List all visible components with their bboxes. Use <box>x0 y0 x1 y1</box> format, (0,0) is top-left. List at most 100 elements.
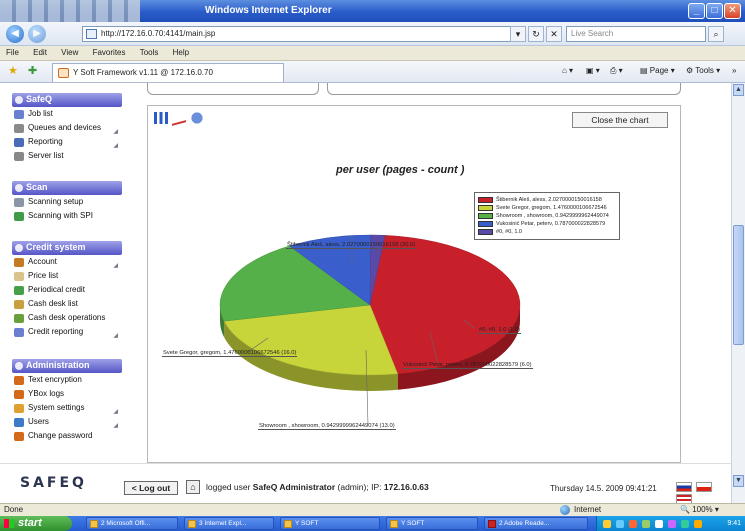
menu-file[interactable]: File <box>0 46 25 59</box>
tray-icon[interactable] <box>654 520 663 528</box>
sidebar-item[interactable]: Periodical credit <box>12 283 122 297</box>
sidebar-item[interactable]: Scanning with SPI <box>12 209 122 223</box>
tray-icon[interactable] <box>615 520 624 528</box>
task-ysoft-1[interactable]: Y SOFT <box>280 517 380 530</box>
menu-edit[interactable]: Edit <box>27 46 53 59</box>
submenu-arrow-icon: ◢ <box>113 333 118 339</box>
user-info: logged user SafeQ Administrator (admin);… <box>206 482 429 492</box>
tray-icon[interactable] <box>667 520 676 528</box>
home-button-icon[interactable]: ⌂ <box>186 480 200 494</box>
scroll-down-icon[interactable]: ▼ <box>733 475 744 487</box>
adobe-icon <box>488 520 496 528</box>
sidebar-item[interactable]: Scanning setup <box>12 195 122 209</box>
sidebar-section: Administration Text encryption YBox logs Sy… <box>12 359 122 443</box>
forward-button[interactable]: ▶ <box>28 25 46 43</box>
add-favorite-icon[interactable]: ✚ <box>28 64 37 77</box>
chevron-right-icon[interactable]: » <box>732 66 736 75</box>
search-icon[interactable]: ⌕ <box>708 26 724 42</box>
slice-label-showroom: Showroom , showroom, 0.9429999962449074 … <box>258 423 396 430</box>
tray-icon[interactable] <box>603 520 611 528</box>
back-button[interactable]: ◀ <box>6 25 24 43</box>
sidebar-item[interactable]: Job list <box>12 107 122 121</box>
minimize-button[interactable]: _ <box>688 3 705 19</box>
legend-entry: Vukosinić Petar, peterv, 0.7870000228285… <box>478 220 616 228</box>
sidebar-item-label: Periodical credit <box>28 285 85 294</box>
legend-label: Showroom , showroom, 0.9429999962449074 <box>496 213 609 219</box>
tray-clock: 9:41 <box>727 520 741 527</box>
titlebar-decoration <box>0 0 140 22</box>
sidebar-item[interactable]: System settings ◢ <box>12 401 122 415</box>
sidebar-section-header[interactable]: Scan <box>12 181 122 195</box>
menu-favorites[interactable]: Favorites <box>87 46 132 59</box>
start-button[interactable]: start <box>0 516 72 531</box>
maximize-button[interactable]: □ <box>706 3 723 19</box>
address-dropdown-button[interactable]: ▾ <box>510 26 526 42</box>
sidebar-item-label: YBox logs <box>28 389 65 398</box>
menu-help[interactable]: Help <box>167 46 195 59</box>
sidebar-item[interactable]: Price list <box>12 269 122 283</box>
sidebar-section-header[interactable]: Credit system <box>12 241 122 255</box>
favorites-star-icon[interactable]: ★ <box>8 64 18 77</box>
sidebar-section-header[interactable]: SafeQ <box>12 93 122 107</box>
current-datetime: Thursday 14.5. 2009 09:41:21 <box>550 484 657 493</box>
printer-icon <box>14 124 24 133</box>
sidebar-item[interactable]: Queues and devices ◢ <box>12 121 122 135</box>
home-icon[interactable]: ⌂ ▾ <box>562 66 573 75</box>
sidebar-item-label: Cash desk operations <box>28 313 106 322</box>
address-field[interactable]: http://172.16.0.70:4141/main.jsp <box>82 26 522 42</box>
section-title: SafeQ <box>26 94 53 104</box>
tools-menu[interactable]: ⚙ Tools ▾ <box>686 66 720 75</box>
sidebar-item-label: Cash desk list <box>28 299 78 308</box>
section-title: Credit system <box>26 242 86 252</box>
print-icon[interactable]: ⎙ ▾ <box>610 66 623 76</box>
task-adobe[interactable]: 2 Adobe Reade... <box>484 517 588 530</box>
tray-icon[interactable] <box>641 520 650 528</box>
tab-yoft-framework[interactable]: Y Soft Framework v1.11 @ 172.16.0.70 <box>52 63 284 82</box>
section-icon <box>15 362 23 370</box>
sidebar-item[interactable]: Text encryption <box>12 373 122 387</box>
task-ysoft-2[interactable]: Y SOFT <box>386 517 478 530</box>
sidebar-item[interactable]: Credit reporting ◢ <box>12 325 122 339</box>
top-panel-left <box>147 83 319 95</box>
user-prefix: logged user <box>206 482 251 492</box>
sidebar-item-label: Credit reporting <box>28 327 84 336</box>
encryption-icon <box>14 376 24 385</box>
vertical-scrollbar[interactable]: ▲ ▼ <box>731 83 745 503</box>
page-menu[interactable]: ▤ Page ▾ <box>640 66 675 75</box>
tray-icon[interactable] <box>693 520 702 528</box>
refresh-icon[interactable]: ↻ <box>528 26 544 42</box>
tray-icon[interactable] <box>628 520 637 528</box>
zoom-level[interactable]: 🔍 100% ▾ <box>680 504 719 516</box>
sidebar-item[interactable]: Account ◢ <box>12 255 122 269</box>
scroll-thumb[interactable] <box>733 225 744 345</box>
scroll-up-icon[interactable]: ▲ <box>733 84 744 96</box>
sidebar-item[interactable]: Reporting ◢ <box>12 135 122 149</box>
stop-icon[interactable]: ✕ <box>546 26 562 42</box>
sidebar-item[interactable]: YBox logs <box>12 387 122 401</box>
close-button[interactable]: ✕ <box>724 3 741 19</box>
flag-sk-icon[interactable] <box>676 482 692 492</box>
task-label: Y SOFT <box>295 520 319 527</box>
sidebar-item[interactable]: Change password <box>12 429 122 443</box>
sidebar-item[interactable]: Users ◢ <box>12 415 122 429</box>
sidebar-item[interactable]: Server list <box>12 149 122 163</box>
sidebar-item-label: Users <box>28 417 49 426</box>
flag-cz-icon[interactable] <box>696 482 713 492</box>
legend-entry: Showroom , showroom, 0.9429999962449074 <box>478 212 616 220</box>
user-ip: 172.16.0.63 <box>383 482 429 492</box>
tray-icon[interactable] <box>680 520 689 528</box>
task-office[interactable]: 2 Microsoft Offi... <box>86 517 178 530</box>
feeds-icon[interactable]: ▣ ▾ <box>586 66 600 75</box>
menu-view[interactable]: View <box>55 46 84 59</box>
sidebar-item[interactable]: Cash desk list <box>12 297 122 311</box>
cash-ops-icon <box>14 314 24 323</box>
task-ie[interactable]: 3 Internet Expl... <box>184 517 274 530</box>
legend-entry: Štibernik Aleš, aless, 2.027000015001615… <box>478 196 616 204</box>
sidebar-item[interactable]: Cash desk operations <box>12 311 122 325</box>
sidebar-section-header[interactable]: Administration <box>12 359 122 373</box>
section-icon <box>15 96 23 104</box>
legend-label: Svete Gregor, gregom, 1.4760000106672546 <box>496 205 607 211</box>
search-input[interactable]: Live Search <box>566 26 706 42</box>
menu-tools[interactable]: Tools <box>134 46 165 59</box>
logout-button[interactable]: < Log out <box>124 481 178 495</box>
